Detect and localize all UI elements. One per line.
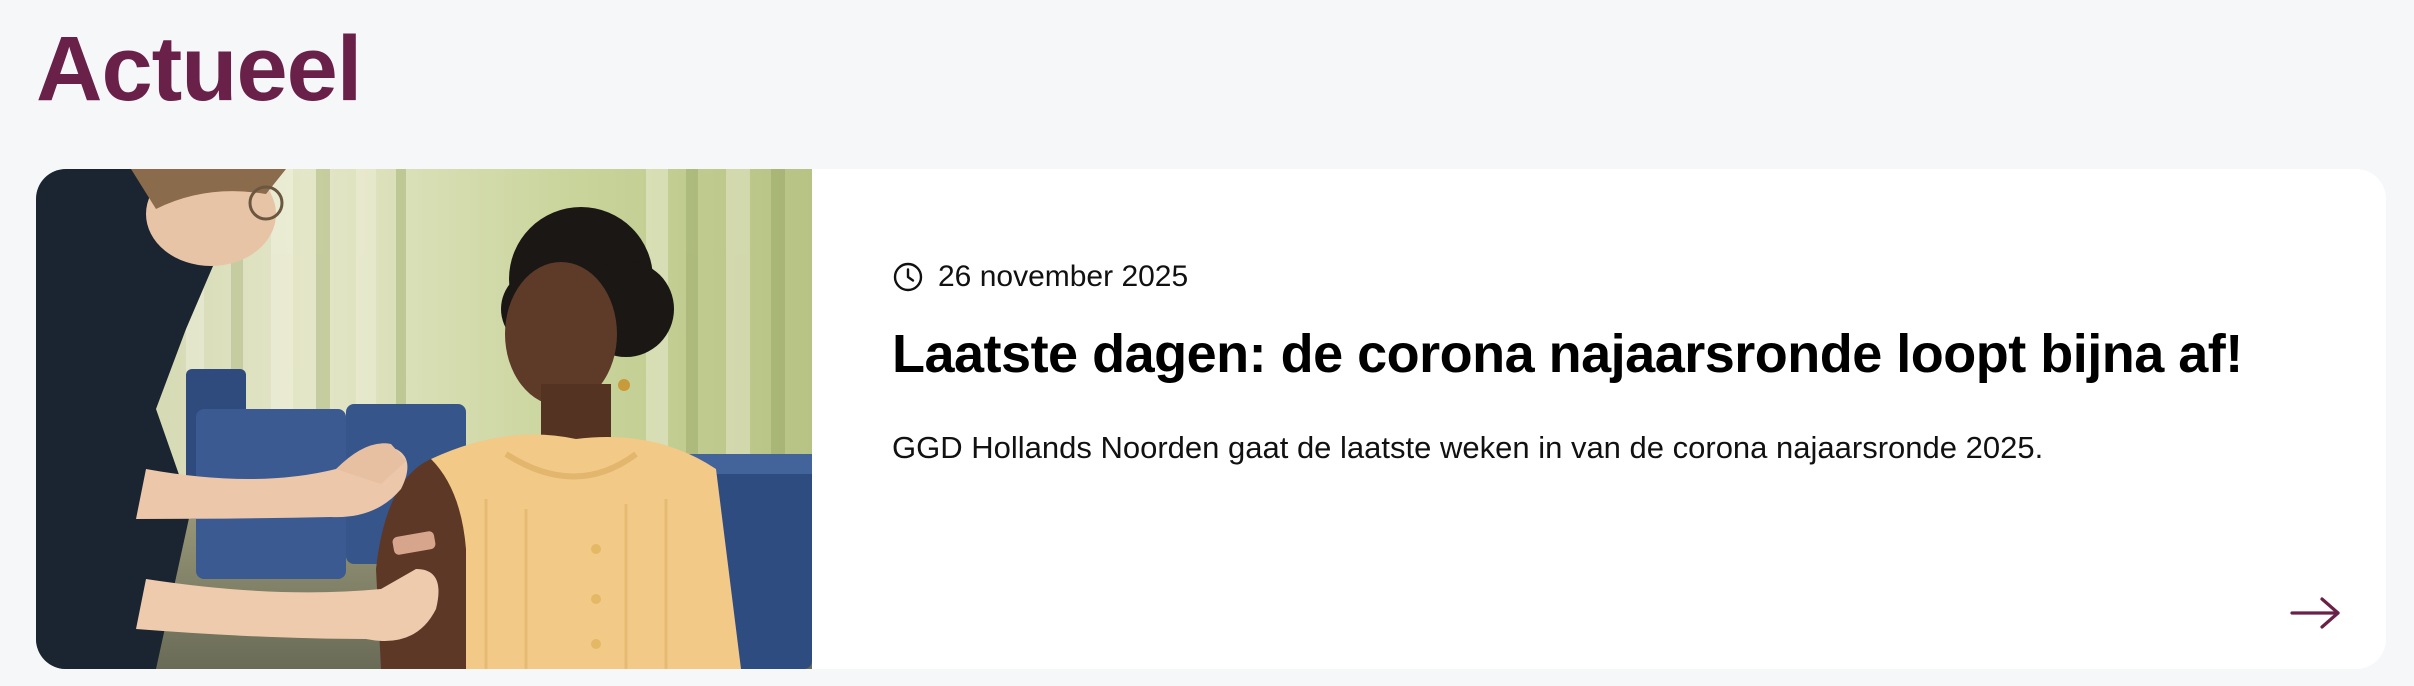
section-title: Actueel [36,18,362,120]
news-date: 26 november 2025 [938,260,1189,293]
news-content: 26 november 2025 Laatste dagen: de coron… [812,169,2386,669]
news-card[interactable]: 26 november 2025 Laatste dagen: de coron… [36,169,2386,669]
news-summary: GGD Hollands Noorden gaat de laatste wek… [892,430,2044,465]
clock-icon [893,262,923,292]
news-meta: 26 november 2025 [892,257,2386,297]
news-title[interactable]: Laatste dagen: de corona najaarsronde lo… [892,321,2386,387]
arrow-right-icon[interactable] [2290,595,2342,631]
vaccination-photo [36,169,812,669]
news-image[interactable] [36,169,812,669]
page: Actueel 26 november 2025 Laatste dagen: … [0,0,2414,686]
